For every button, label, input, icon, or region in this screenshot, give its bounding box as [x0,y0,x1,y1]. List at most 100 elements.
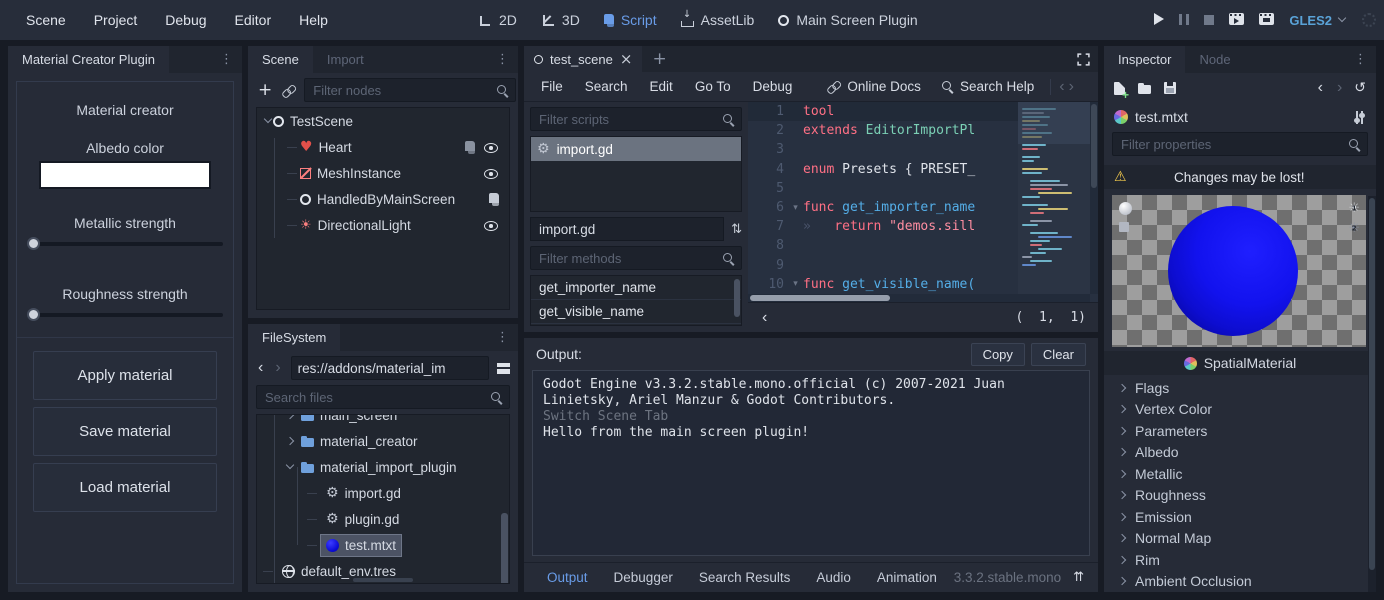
property-group-emission[interactable]: Emission [1104,506,1376,528]
property-group-normal-map[interactable]: Normal Map [1104,528,1376,550]
load-material-button[interactable]: Load material [33,463,217,512]
history-icon[interactable]: ↺ [1354,80,1366,96]
scene-node-testscene[interactable]: TestScene [257,108,509,134]
eye-icon[interactable] [484,219,499,232]
script-history-back-button[interactable]: ‹ [1057,79,1066,95]
code-editor[interactable]: 1tool2extends EditorImportPl34enum Prese… [748,102,1098,302]
script-item-import-gd[interactable]: ⚙import.gd [531,137,741,161]
edit-back-button[interactable]: ‹ [1316,80,1325,96]
property-group-vertex-color[interactable]: Vertex Color [1104,399,1376,421]
expand-bottom-panel-icon[interactable]: ⇈ [1061,570,1088,585]
v-scrollbar[interactable] [1090,102,1098,294]
workspace-3d[interactable]: 3D [541,12,580,28]
save-material-button[interactable]: Save material [33,407,217,456]
current-path-field[interactable] [291,356,489,380]
toggle-distraction-free-button[interactable] [1077,46,1098,72]
menu-debug[interactable]: Debug [153,8,218,32]
script-icon[interactable] [489,193,499,206]
menu-editor[interactable]: Editor [223,8,284,32]
bottom-tab-animation[interactable]: Animation [864,570,950,585]
workspace-assetlib[interactable]: AssetLib [681,12,755,28]
tab-filesystem[interactable]: FileSystem [248,324,340,351]
fs-item-import-gd[interactable]: ⚙import.gd [257,480,509,506]
scrollbar-thumb[interactable] [1091,104,1097,188]
scrollbar-thumb[interactable] [501,513,508,584]
fs-item-body[interactable]: main_screen [295,414,403,427]
tab-import[interactable]: Import [313,46,378,73]
online-docs-button[interactable]: Online Docs [817,79,931,94]
script-menu-debug[interactable]: Debug [742,79,804,94]
close-icon[interactable]: × [620,52,633,67]
fs-item-test-mtxt[interactable]: test.mtxt [257,532,509,558]
scrollbar-thumb[interactable] [750,295,890,301]
update-spinner-icon[interactable] [1362,13,1376,27]
fold-arrow-icon[interactable]: ▾ [788,203,803,213]
preview-sphere-toggle[interactable] [1119,202,1132,215]
search-files-input[interactable] [256,385,510,409]
fs-item-body[interactable]: test.mtxt [320,534,402,557]
property-group-ambient-occlusion[interactable]: Ambient Occlusion [1104,571,1376,593]
script-menu-edit[interactable]: Edit [639,79,684,94]
panel-menu-icon[interactable]: ⋮ [1346,52,1376,67]
roughness-strength-slider[interactable] [27,308,223,321]
sort-methods-icon[interactable]: ⇅ [731,222,742,237]
script-icon[interactable] [604,14,614,27]
script-icon[interactable] [465,141,475,154]
history-back-button[interactable]: ‹ [256,360,265,376]
property-group-metallic[interactable]: Metallic [1104,463,1376,485]
code-minimap[interactable] [1018,102,1090,294]
scene-node-handledbymainscreen[interactable]: HandledByMainScreen [257,186,509,212]
fs-item-body[interactable]: material_import_plugin [295,456,463,479]
fs-item-main-screen[interactable]: main_screen [257,414,509,428]
clear-button[interactable]: Clear [1031,343,1086,366]
fs-item-material-creator[interactable]: material_creator [257,428,509,454]
chevron-down-icon[interactable] [285,462,295,472]
property-group-parameters[interactable]: Parameters [1104,420,1376,442]
chevron-right-icon[interactable] [285,414,295,420]
script-menu-go-to[interactable]: Go To [684,79,742,94]
add-node-button[interactable]: + [256,80,274,100]
metallic-strength-slider[interactable] [27,237,223,250]
bottom-tab-audio[interactable]: Audio [803,570,864,585]
stop-button[interactable] [1204,13,1214,28]
property-group-roughness[interactable]: Roughness [1104,485,1376,507]
filter-nodes-input[interactable] [304,78,516,102]
filter-methods-input[interactable] [530,246,742,270]
collapse-sidebar-button[interactable]: ‹ [760,310,769,326]
edit-forward-button[interactable]: › [1335,80,1344,96]
scene-node-heart[interactable]: ♥Heart [257,134,509,160]
workspace-2d[interactable]: 2D [478,12,517,28]
h-scrollbar[interactable] [748,294,1090,302]
menu-help[interactable]: Help [287,8,340,32]
tab-test-scene[interactable]: test_scene × [524,46,642,72]
preview-light-1-toggle[interactable]: ☀1 [1348,202,1360,215]
filter-properties-input[interactable] [1112,132,1368,156]
renderer-dropdown[interactable]: GLES2 [1289,13,1347,28]
panel-menu-icon[interactable]: ⋮ [488,330,518,345]
method-get-visible-name[interactable]: get_visible_name [531,300,741,324]
play-button[interactable] [1154,13,1164,28]
bottom-tab-output[interactable]: Output [534,570,601,585]
search-help-button[interactable]: Search Help [931,79,1044,94]
tab-node[interactable]: Node [1185,46,1244,73]
property-group-flags[interactable]: Flags [1104,377,1376,399]
slider-grabber[interactable] [27,237,40,250]
load-resource-icon[interactable] [1138,83,1151,94]
menu-scene[interactable]: Scene [14,8,78,32]
new-tab-button[interactable]: + [642,46,676,72]
play-scene-button[interactable] [1229,13,1244,28]
script-history-forward-button[interactable]: › [1067,79,1076,95]
property-group-albedo[interactable]: Albedo [1104,442,1376,464]
eye-icon[interactable] [484,167,499,180]
tab-material-creator-plugin[interactable]: Material Creator Plugin [8,46,169,73]
workspace-script[interactable]: Script [604,12,657,28]
chevron-right-icon[interactable] [285,436,295,446]
preview-cube-toggle[interactable] [1119,222,1129,232]
method-get-importer-name[interactable]: get_importer_name [531,276,741,300]
panel-menu-icon[interactable]: ⋮ [488,52,518,67]
fs-item-plugin-gd[interactable]: ⚙plugin.gd [257,506,509,532]
chevron-down-icon[interactable] [263,116,273,126]
bottom-tab-search-results[interactable]: Search Results [686,570,804,585]
instance-scene-button[interactable] [282,84,296,97]
play-custom-scene-button[interactable] [1259,13,1274,28]
